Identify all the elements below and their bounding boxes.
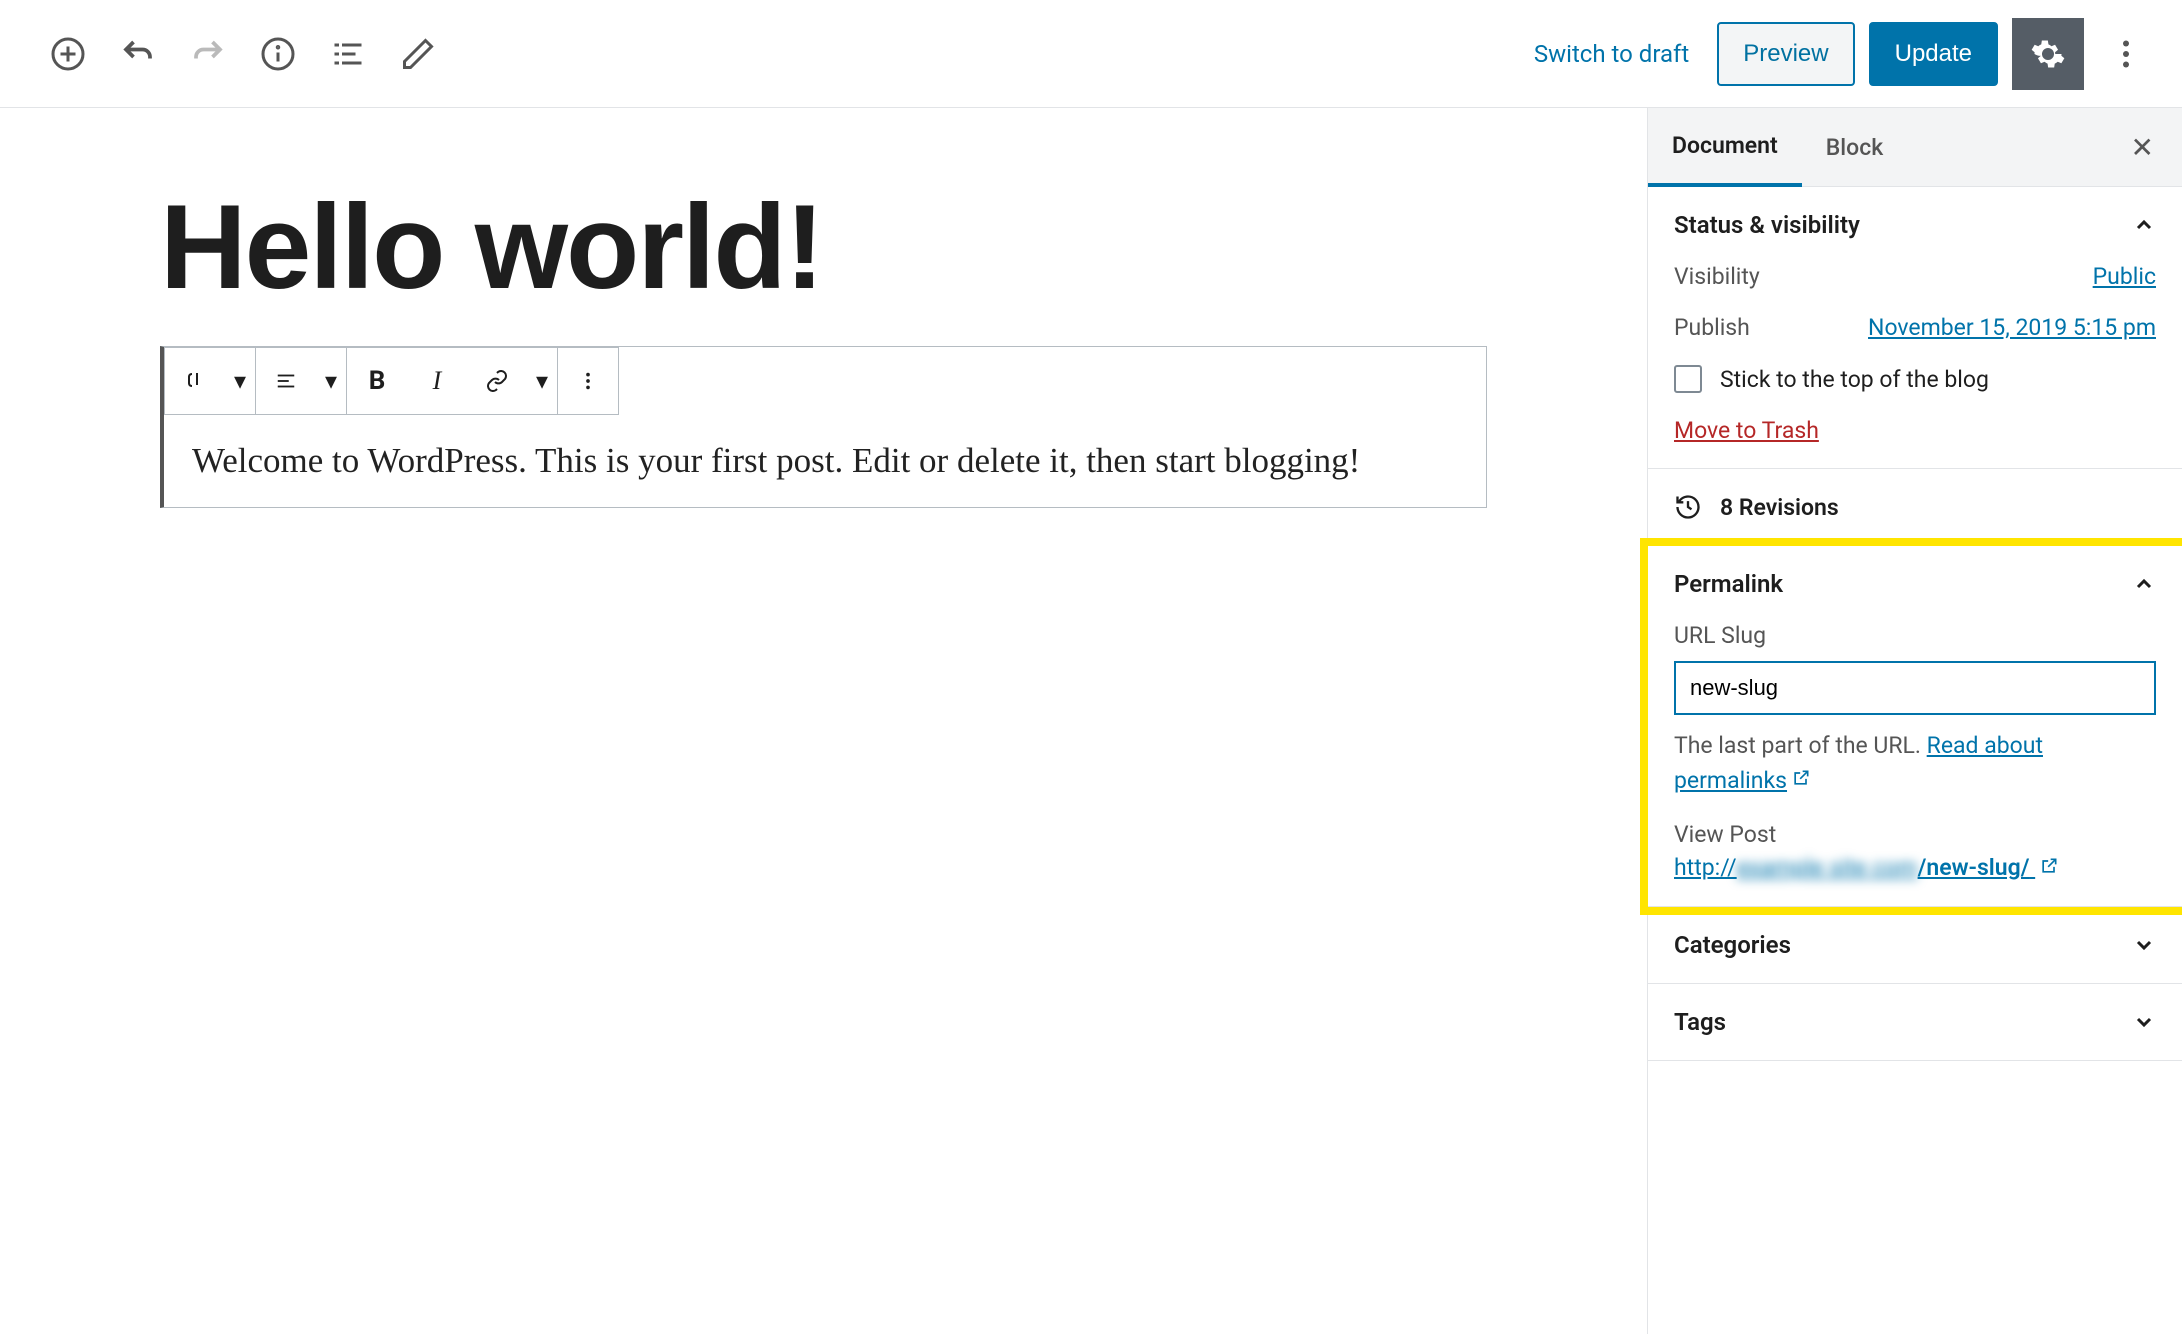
post-title[interactable]: Hello world! [160,178,1487,316]
categories-panel-toggle[interactable]: Categories [1674,931,2156,959]
publish-row: Publish November 15, 2019 5:15 pm [1674,314,2156,341]
sidebar-tabs: Document Block ✕ [1648,108,2182,187]
add-block-button[interactable] [40,26,96,82]
slug-help-text: The last part of the URL. Read about per… [1674,729,2156,799]
settings-button[interactable] [2012,18,2084,90]
info-button[interactable] [250,26,306,82]
main-area: Hello world! ▾ ▾ B I [0,108,2182,1334]
visibility-row: Visibility Public [1674,263,2156,290]
view-post-link[interactable]: http://example site com/new-slug/ [1674,854,2156,882]
switch-to-draft-button[interactable]: Switch to draft [1520,30,1703,78]
outline-button[interactable] [320,26,376,82]
tags-panel-title: Tags [1674,1008,1726,1036]
update-button[interactable]: Update [1869,22,1998,86]
revisions-count: 8 Revisions [1720,494,1839,521]
publish-value[interactable]: November 15, 2019 5:15 pm [1868,314,2156,341]
block-toolbar: ▾ ▾ B I ▾ [164,347,1486,415]
undo-button[interactable] [110,26,166,82]
paragraph-content[interactable]: Welcome to WordPress. This is your first… [164,415,1486,507]
align-dropdown-caret[interactable]: ▾ [316,348,346,414]
align-button[interactable] [256,348,316,414]
settings-sidebar: Document Block ✕ Status & visibility Vis… [1647,108,2182,1334]
link-button[interactable] [467,348,527,414]
tab-block[interactable]: Block [1802,110,1907,185]
sticky-checkbox[interactable] [1674,365,1702,393]
tags-panel: Tags [1648,984,2182,1061]
more-format-caret[interactable]: ▾ [527,348,557,414]
paragraph-block[interactable]: ▾ ▾ B I ▾ [160,346,1487,508]
transform-block-button[interactable] [165,348,225,414]
tags-panel-toggle[interactable]: Tags [1674,1008,2156,1036]
categories-panel: Categories [1648,907,2182,984]
editor-canvas: Hello world! ▾ ▾ B I [0,108,1647,1334]
visibility-label: Visibility [1674,263,1760,290]
status-panel-toggle[interactable]: Status & visibility [1674,211,2156,239]
chevron-down-icon [2132,933,2156,957]
external-link-icon [2039,855,2059,882]
block-more-button[interactable] [558,348,618,414]
edit-mode-button[interactable] [390,26,446,82]
tab-document[interactable]: Document [1648,108,1802,187]
top-right-actions: Switch to draft Preview Update [1520,18,2154,90]
url-slug-label: URL Slug [1674,622,2156,649]
permalink-panel: Permalink URL Slug The last part of the … [1648,546,2182,907]
italic-button[interactable]: I [407,348,467,414]
bold-button[interactable]: B [347,348,407,414]
status-panel-title: Status & visibility [1674,211,1860,239]
url-slug-input[interactable] [1674,661,2156,715]
categories-panel-title: Categories [1674,931,1791,959]
sticky-row: Stick to the top of the blog [1674,365,2156,393]
external-link-icon [1791,764,1811,799]
permalink-panel-title: Permalink [1674,570,1783,598]
more-menu-button[interactable] [2098,26,2154,82]
permalink-highlight: Permalink URL Slug The last part of the … [1640,538,2182,915]
preview-button[interactable]: Preview [1717,22,1854,86]
status-panel: Status & visibility Visibility Public Pu… [1648,187,2182,469]
view-post-label: View Post [1674,821,2156,848]
revisions-button[interactable]: 8 Revisions [1674,493,2156,521]
sticky-label: Stick to the top of the blog [1720,366,1989,393]
redo-button[interactable] [180,26,236,82]
chevron-up-icon [2132,572,2156,596]
top-left-tools [40,26,446,82]
move-to-trash-link[interactable]: Move to Trash [1674,417,1819,444]
publish-label: Publish [1674,314,1750,341]
top-toolbar: Switch to draft Preview Update [0,0,2182,108]
chevron-up-icon [2132,213,2156,237]
revisions-panel: 8 Revisions [1648,469,2182,546]
history-icon [1674,493,1702,521]
close-sidebar-button[interactable]: ✕ [2103,131,2182,164]
permalink-panel-toggle[interactable]: Permalink [1674,570,2156,598]
chevron-down-icon [2132,1010,2156,1034]
transform-dropdown-caret[interactable]: ▾ [225,348,255,414]
visibility-value[interactable]: Public [2093,263,2156,290]
